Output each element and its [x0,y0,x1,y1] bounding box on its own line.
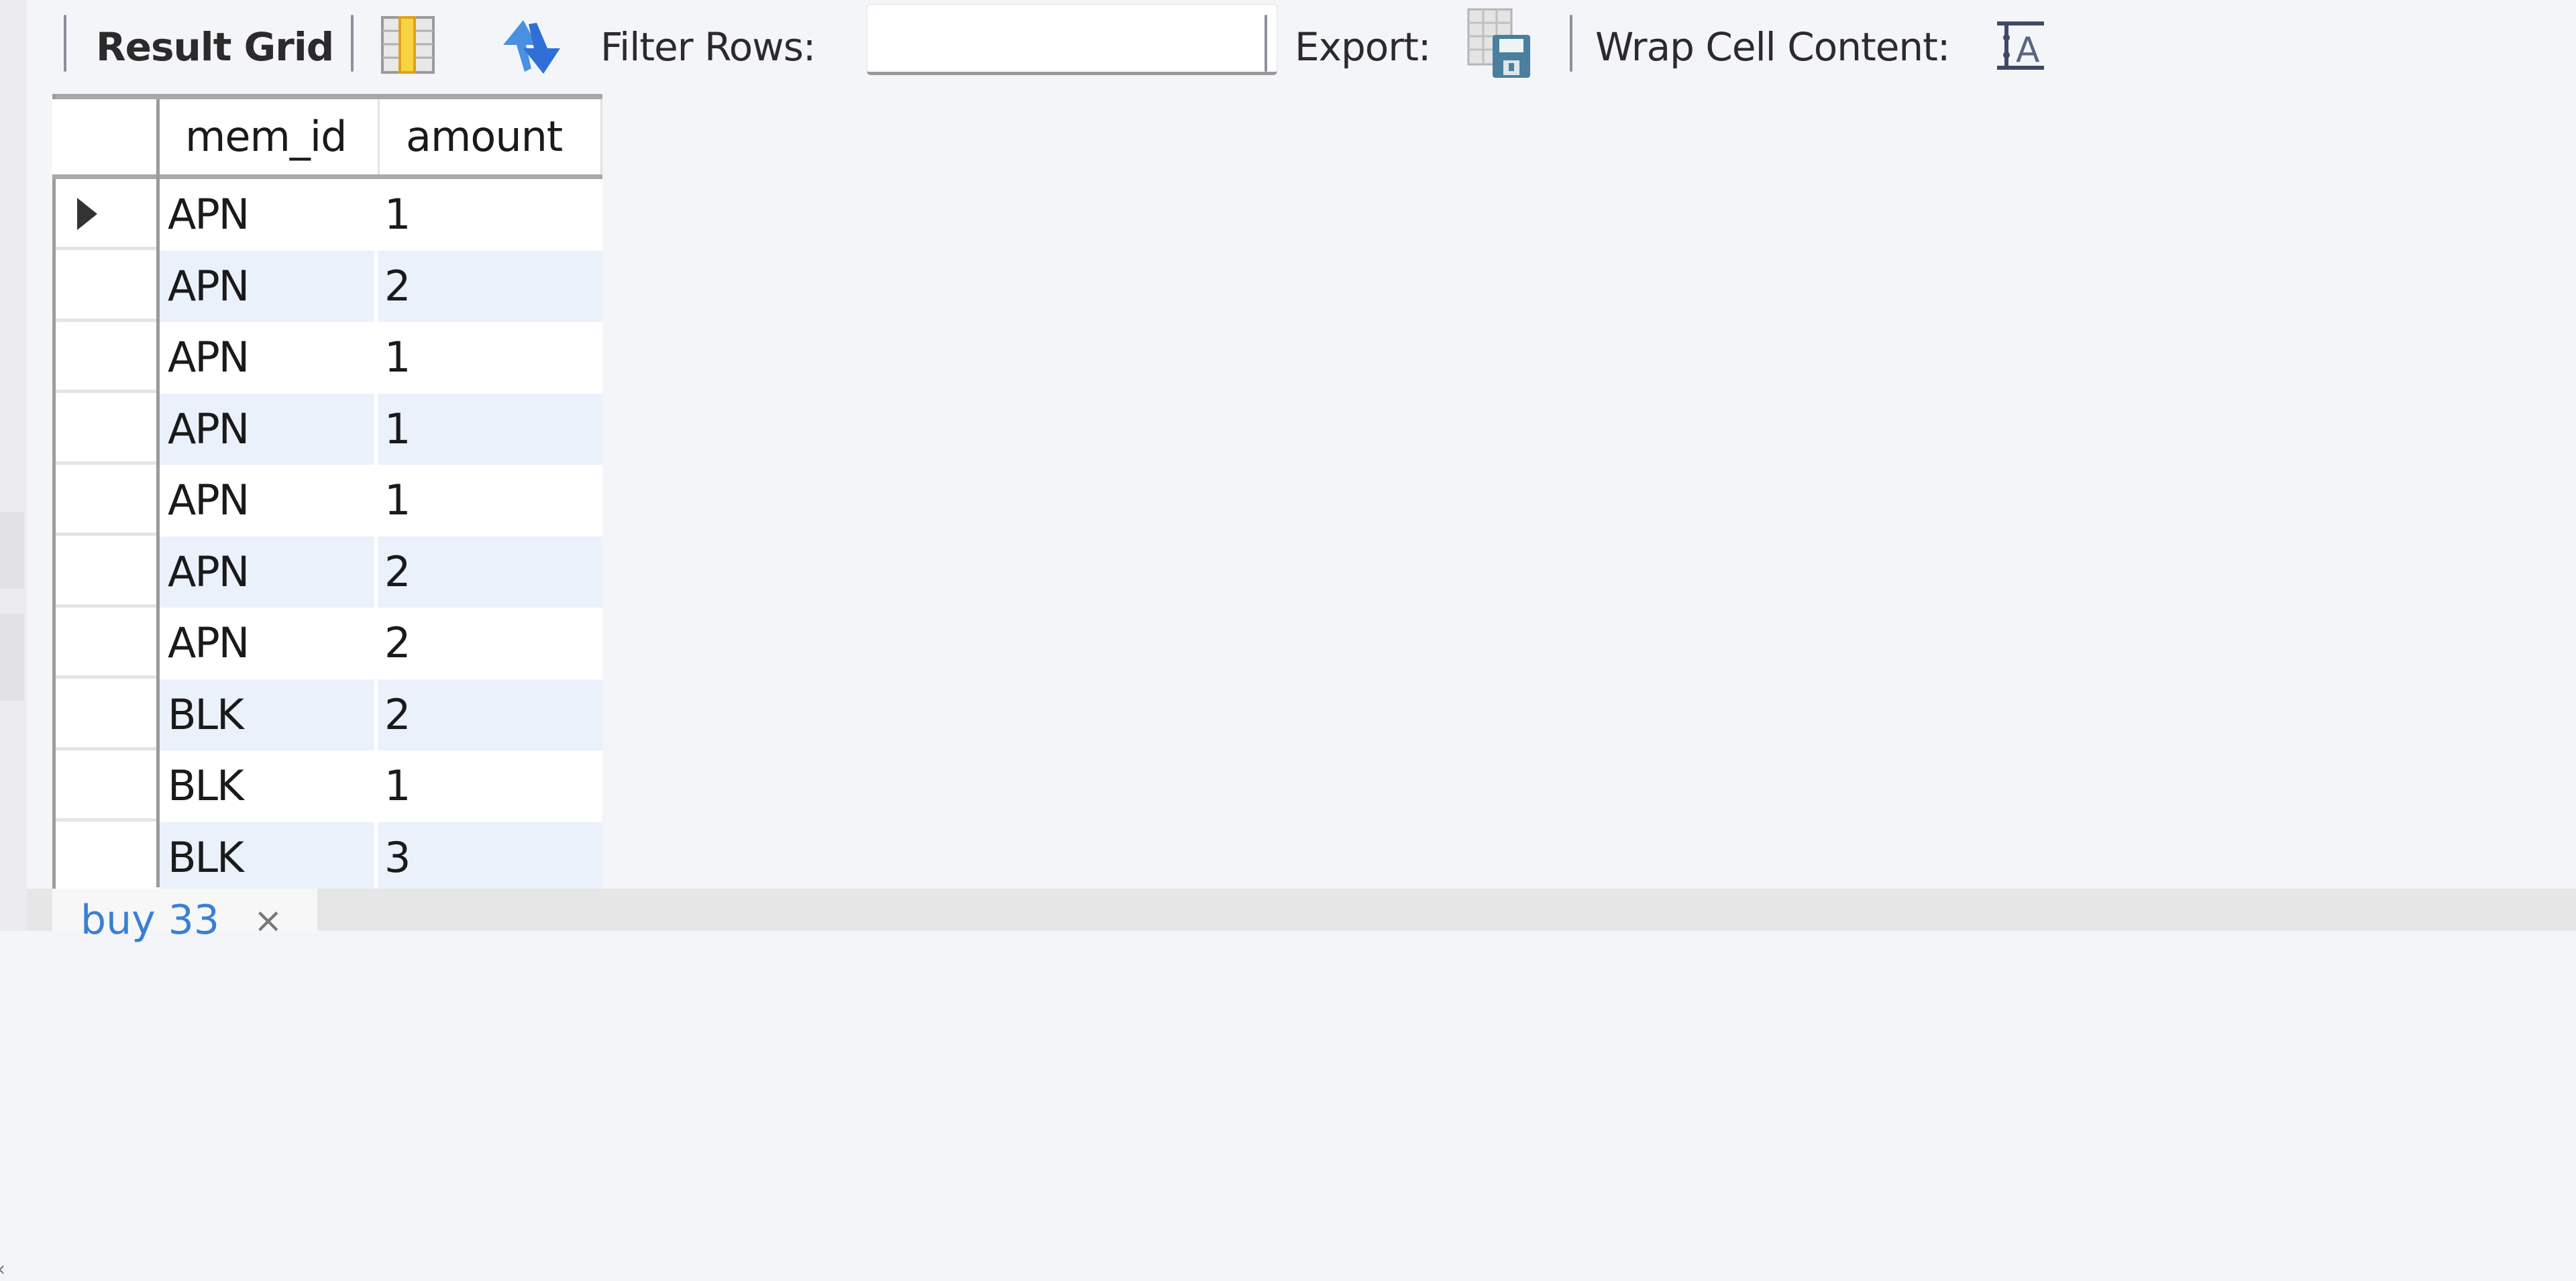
cell-amount[interactable]: 2 [378,536,602,608]
table-row[interactable]: BLK 1 [56,750,602,822]
cell-amount[interactable]: 2 [378,250,602,322]
grid-columns-icon[interactable] [381,15,435,75]
result-tab-label[interactable]: buy 33 [80,897,219,944]
table-row[interactable]: APN 1 [56,322,602,393]
filter-rows-input[interactable] [867,4,1277,75]
result-toolbar: Result Grid Filter Rows: Export: Wrap Ce… [27,0,2576,94]
cell-amount[interactable]: 1 [378,465,602,536]
row-header[interactable] [56,608,156,679]
row-header[interactable] [56,179,156,250]
current-row-arrow-icon [77,198,97,230]
cell-mem-id[interactable]: BLK [160,750,374,822]
cell-mem-id[interactable]: APN [160,393,374,465]
refresh-icon[interactable] [496,15,564,78]
cell-mem-id[interactable]: APN [160,250,374,322]
chevron-left-icon: ‹ [0,1258,5,1281]
row-header[interactable] [56,750,156,822]
cell-amount[interactable]: 2 [378,608,602,679]
cell-mem-id[interactable]: APN [160,465,374,536]
cell-mem-id[interactable]: APN [160,322,374,393]
cell-mem-id[interactable]: APN [160,179,374,250]
left-panel-block [0,512,24,589]
table-row[interactable]: APN 1 [56,465,602,536]
row-header[interactable] [56,394,156,465]
toolbar-separator [1570,15,1572,72]
row-header[interactable] [56,679,156,750]
table-row[interactable]: BLK 2 [56,679,602,750]
export-save-icon[interactable] [1466,7,1533,80]
toolbar-separator [351,15,354,72]
toolbar-separator [64,15,66,72]
row-header-divider [156,99,160,887]
cell-mem-id[interactable]: APN [160,608,374,679]
row-header[interactable] [56,251,156,322]
result-tab-bar [27,889,2576,931]
close-icon[interactable]: × [254,901,283,941]
toolbar-separator [1265,15,1267,72]
cell-mem-id[interactable]: BLK [160,822,374,893]
row-header[interactable] [56,322,156,393]
cell-amount[interactable]: 1 [378,179,602,250]
row-header[interactable] [56,465,156,536]
result-grid-label[interactable]: Result Grid [96,24,334,70]
cell-amount[interactable]: 3 [378,822,602,893]
table-row[interactable]: APN 2 [56,536,602,608]
table-row[interactable]: APN 1 [56,393,602,465]
row-header[interactable] [56,537,156,608]
cell-mem-id[interactable]: BLK [160,679,374,750]
table-row[interactable]: APN 2 [56,250,602,322]
column-header-mem-id[interactable]: mem_id [160,99,378,174]
grid-top-border [52,94,602,99]
table-row[interactable]: APN 2 [56,608,602,679]
table-row[interactable]: BLK 3 [56,822,602,893]
left-panel-edge: ‹ [0,0,27,1281]
column-header-amount[interactable]: amount [379,99,602,174]
wrap-cell-content-label: Wrap Cell Content: [1595,24,1950,70]
cell-mem-id[interactable]: APN [160,536,374,608]
svg-text:A: A [2016,30,2040,70]
column-divider [600,99,602,174]
grid-header-row: mem_id amount [52,99,602,179]
result-tab[interactable]: buy 33 × [52,889,317,944]
filter-rows-label: Filter Rows: [600,24,816,70]
column-divider [378,99,380,174]
cell-amount[interactable]: 1 [378,393,602,465]
row-header[interactable] [56,822,156,893]
wrap-text-icon[interactable]: A [1996,19,2046,72]
export-label: Export: [1295,24,1431,70]
cell-amount[interactable]: 2 [378,679,602,750]
cell-amount[interactable]: 1 [378,322,602,393]
table-row[interactable]: APN 1 [56,179,602,250]
cell-amount[interactable]: 1 [378,750,602,822]
left-panel-collapse-button[interactable]: ‹ [0,614,24,1281]
